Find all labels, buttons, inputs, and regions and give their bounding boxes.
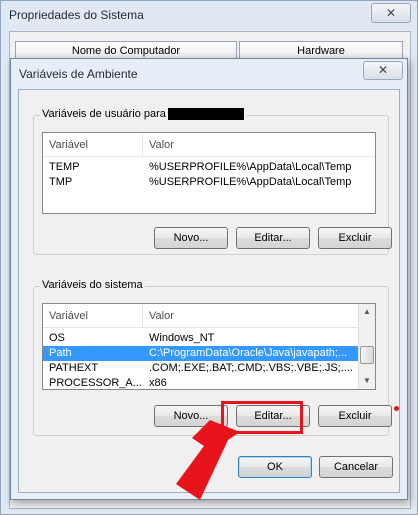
vertical-scrollbar[interactable]: ▲ ▼ xyxy=(358,304,375,389)
dialog-title: Variáveis de Ambiente xyxy=(19,67,138,81)
variable-name: OS xyxy=(49,332,65,344)
system-variables-group-label: Variáveis do sistema xyxy=(40,279,145,291)
ok-button[interactable]: OK xyxy=(238,456,312,478)
user-edit-button[interactable]: Editar... xyxy=(236,227,310,249)
window-title: Propriedades do Sistema xyxy=(9,8,144,22)
scrollbar-thumb[interactable] xyxy=(360,346,374,364)
user-variables-label: Variáveis de usuário para xyxy=(42,108,166,120)
list-item[interactable]: PROCESSOR_A... x86 xyxy=(43,376,359,389)
list-item[interactable]: PATHEXT .COM;.EXE;.BAT;.CMD;.VBS;.VBE;.J… xyxy=(43,361,359,376)
variable-value: %USERPROFILE%\AppData\Local\Temp xyxy=(149,176,352,188)
user-variables-group: Variáveis de usuário para Variável Valor… xyxy=(33,108,392,255)
system-delete-button[interactable]: Excluir xyxy=(318,405,392,427)
variable-value: x86 xyxy=(149,377,167,389)
column-header-value[interactable]: Valor xyxy=(143,304,360,328)
list-item[interactable]: TMP %USERPROFILE%\AppData\Local\Temp xyxy=(43,175,375,190)
annotation-dot xyxy=(394,406,399,411)
list-item[interactable]: OS Windows_NT xyxy=(43,331,359,346)
user-variables-group-label: Variáveis de usuário para xyxy=(40,108,246,121)
system-variables-header: Variável Valor xyxy=(43,304,360,328)
column-header-variable[interactable]: Variável xyxy=(43,304,143,328)
system-variables-list[interactable]: Variável Valor OS Windows_NT Path C:\Pro… xyxy=(42,303,376,390)
column-header-variable[interactable]: Variável xyxy=(43,133,143,157)
user-delete-button[interactable]: Excluir xyxy=(318,227,392,249)
variable-name: TMP xyxy=(49,176,73,188)
close-window-button[interactable]: ✕ xyxy=(371,3,411,23)
variable-value: .COM;.EXE;.BAT;.CMD;.VBS;.VBE;.JS;.... xyxy=(149,362,353,374)
scroll-up-arrow-icon[interactable]: ▲ xyxy=(359,304,375,320)
variable-name: Path xyxy=(49,347,72,359)
user-new-button[interactable]: Novo... xyxy=(154,227,228,249)
variable-name: PATHEXT xyxy=(49,362,99,374)
user-variables-list[interactable]: Variável Valor TEMP %USERPROFILE%\AppDat… xyxy=(42,132,376,214)
system-variables-group: Variáveis do sistema Variável Valor OS W… xyxy=(33,279,392,436)
variable-name: TEMP xyxy=(49,161,80,173)
scroll-down-arrow-icon[interactable]: ▼ xyxy=(359,373,375,389)
list-item[interactable]: TEMP %USERPROFILE%\AppData\Local\Temp xyxy=(43,160,375,175)
variable-value: %USERPROFILE%\AppData\Local\Temp xyxy=(149,161,352,173)
annotation-arrow-icon xyxy=(176,420,240,500)
column-header-value[interactable]: Valor xyxy=(143,133,375,157)
variable-value: Windows_NT xyxy=(149,332,215,344)
user-variables-header: Variável Valor xyxy=(43,133,375,157)
list-item-selected[interactable]: Path C:\ProgramData\Oracle\Java\javapath… xyxy=(43,346,359,361)
redacted-username xyxy=(167,108,244,121)
variable-name: PROCESSOR_A... xyxy=(49,377,142,389)
cancel-button[interactable]: Cancelar xyxy=(319,456,393,478)
variable-value: C:\ProgramData\Oracle\Java\javapath;... xyxy=(149,347,348,359)
close-dialog-button[interactable]: ✕ xyxy=(363,61,403,80)
